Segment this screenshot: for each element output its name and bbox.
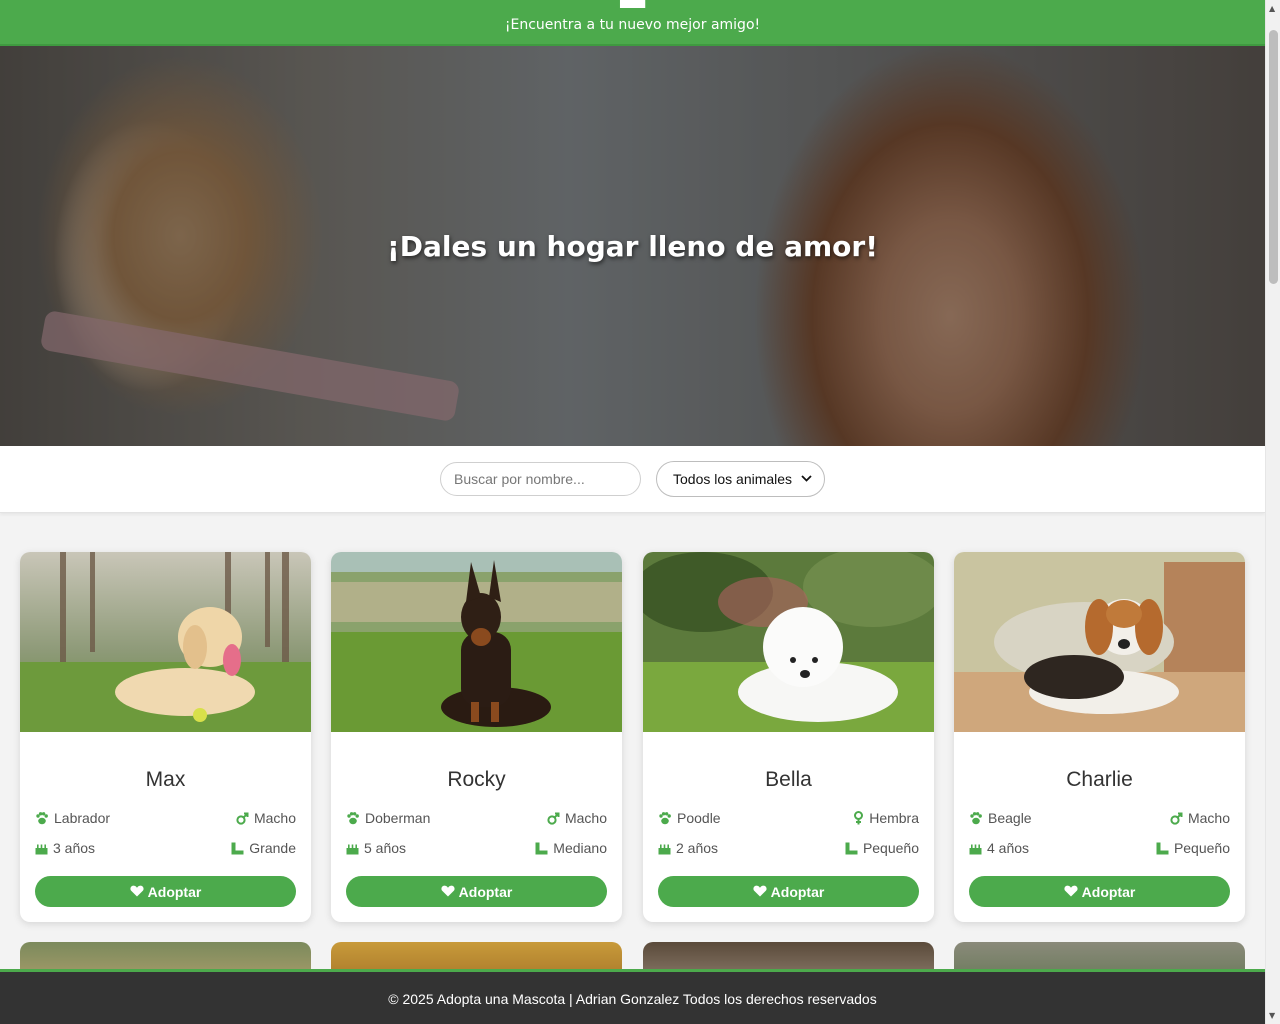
paw-icon [346, 811, 360, 825]
heart-icon [753, 884, 767, 900]
pet-info-row: 5 años Mediano [346, 839, 607, 857]
heart-icon [1064, 884, 1078, 900]
paw-icon [35, 811, 49, 825]
adopt-button[interactable]: Adoptar [35, 876, 296, 907]
pet-info-row: Beagle Macho [969, 809, 1230, 827]
scrollbar-thumb[interactable] [1269, 30, 1278, 284]
pet-info-row: 4 años Pequeño [969, 839, 1230, 857]
male-icon [236, 812, 249, 825]
pet-info-row: Poodle Hembra [658, 809, 919, 827]
pet-name: Bella [765, 768, 812, 791]
filter-bar: Todos los animales [0, 446, 1265, 513]
male-icon [547, 812, 560, 825]
pet-info-row: 2 años Pequeño [658, 839, 919, 857]
animal-select-value: Todos los animales [673, 471, 793, 487]
pet-photo [643, 552, 934, 732]
pet-photo [20, 552, 311, 732]
pet-age: 5 años [346, 840, 406, 856]
pet-breed: Beagle [969, 810, 1032, 826]
birthday-cake-icon [35, 842, 48, 855]
pet-card: Charlie Beagle Macho 4 años Pequeño Adop… [954, 552, 1245, 922]
pet-age: 2 años [658, 840, 718, 856]
hero-title: ¡Dales un hogar lleno de amor! [387, 230, 878, 263]
pet-sex: Macho [1170, 810, 1230, 826]
pet-size: Mediano [535, 840, 607, 856]
pet-info-row: Labrador Macho [35, 809, 296, 827]
birthday-cake-icon [969, 842, 982, 855]
paw-icon [969, 811, 983, 825]
chevron-down-icon [801, 474, 812, 485]
adopt-button[interactable]: Adoptar [658, 876, 919, 907]
animal-type-select[interactable]: Todos los animales [656, 461, 825, 497]
pet-size: Pequeño [1156, 840, 1230, 856]
ruler-icon [1156, 842, 1169, 855]
pet-breed: Doberman [346, 810, 430, 826]
pet-card: Rocky Doberman Macho 5 años Mediano Adop… [331, 552, 622, 922]
pet-age: 3 años [35, 840, 95, 856]
pet-photo [331, 552, 622, 732]
scroll-down-arrow-icon[interactable]: ▼ [1269, 1011, 1275, 1020]
pet-age: 4 años [969, 840, 1029, 856]
scroll-up-arrow-icon[interactable]: ▲ [1269, 4, 1275, 13]
pet-sex: Macho [236, 810, 296, 826]
birthday-cake-icon [658, 842, 671, 855]
pet-size: Pequeño [845, 840, 919, 856]
pet-card: Max Labrador Macho 3 años Grande Adoptar [20, 552, 311, 922]
heart-icon [441, 884, 455, 900]
page-scrollbar[interactable]: ▲ ▼ [1265, 0, 1280, 1024]
pet-size: Grande [231, 840, 296, 856]
pet-sex: Hembra [853, 810, 919, 826]
ruler-icon [231, 842, 244, 855]
pet-breed: Labrador [35, 810, 110, 826]
search-input[interactable] [440, 462, 641, 496]
pet-sex: Macho [547, 810, 607, 826]
birthday-cake-icon [346, 842, 359, 855]
pet-name: Rocky [447, 768, 506, 791]
adopt-button[interactable]: Adoptar [346, 876, 607, 907]
female-icon [853, 811, 864, 825]
hero-banner: ¡Dales un hogar lleno de amor! [0, 46, 1265, 446]
page: ▂ ¡Encuentra a tu nuevo mejor amigo! ¡Da… [0, 0, 1265, 1024]
header-title-cut-off: ▂ [0, 0, 1265, 5]
pet-card: Bella Poodle Hembra 2 años Pequeño Adopt… [643, 552, 934, 922]
male-icon [1170, 812, 1183, 825]
pet-photo [954, 552, 1245, 732]
pet-info-row: Doberman Macho [346, 809, 607, 827]
site-header: ▂ ¡Encuentra a tu nuevo mejor amigo! [0, 0, 1265, 46]
footer-copyright: © 2025 Adopta una Mascota | Adrian Gonza… [388, 991, 877, 1007]
pet-name: Charlie [1066, 768, 1133, 791]
pet-name: Max [145, 768, 186, 791]
ruler-icon [845, 842, 858, 855]
heart-icon [130, 884, 144, 900]
header-subtitle: ¡Encuentra a tu nuevo mejor amigo! [504, 17, 761, 33]
adopt-button[interactable]: Adoptar [969, 876, 1230, 907]
pet-info-row: 3 años Grande [35, 839, 296, 857]
pet-breed: Poodle [658, 810, 721, 826]
paw-icon [658, 811, 672, 825]
ruler-icon [535, 842, 548, 855]
site-footer: © 2025 Adopta una Mascota | Adrian Gonza… [0, 969, 1265, 1024]
